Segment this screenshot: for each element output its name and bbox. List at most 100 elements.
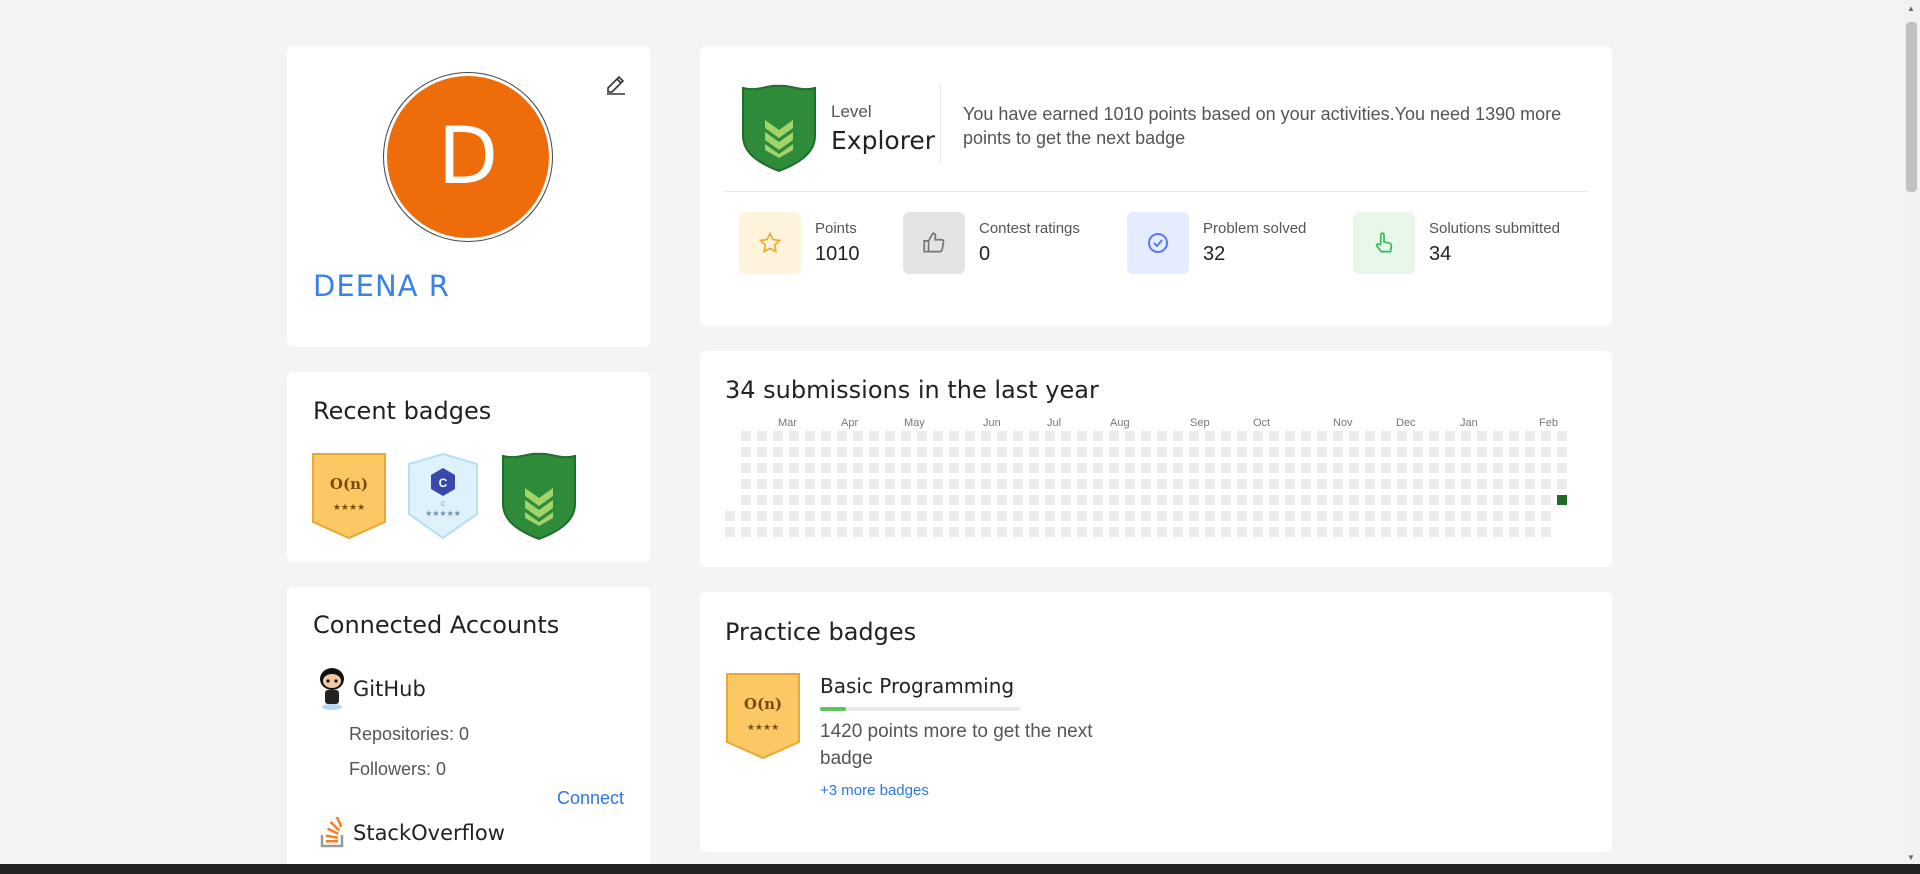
heatmap-cell[interactable]	[1301, 511, 1311, 521]
heatmap-cell[interactable]	[1349, 447, 1359, 457]
explorer-shield-badge-icon[interactable]	[499, 452, 579, 540]
heatmap-cell[interactable]	[1397, 447, 1407, 457]
heatmap-cell[interactable]	[997, 495, 1007, 505]
heatmap-cell[interactable]	[1093, 479, 1103, 489]
heatmap-cell[interactable]	[1109, 527, 1119, 537]
heatmap-cell[interactable]	[741, 527, 751, 537]
heatmap-cell[interactable]	[1109, 511, 1119, 521]
heatmap-cell[interactable]	[1013, 495, 1023, 505]
heatmap-cell[interactable]	[1045, 479, 1055, 489]
heatmap-cell[interactable]	[997, 527, 1007, 537]
heatmap-cell[interactable]	[1253, 463, 1263, 473]
heatmap-cell[interactable]	[805, 431, 815, 441]
heatmap-cell[interactable]	[1557, 431, 1567, 441]
heatmap-cell[interactable]	[1493, 479, 1503, 489]
heatmap-cell[interactable]	[1237, 447, 1247, 457]
heatmap-cell[interactable]	[725, 511, 735, 521]
heatmap-cell[interactable]	[917, 527, 927, 537]
heatmap-cell[interactable]	[789, 447, 799, 457]
heatmap-cell[interactable]	[1429, 447, 1439, 457]
heatmap-cell[interactable]	[1445, 511, 1455, 521]
heatmap-cell[interactable]	[1365, 447, 1375, 457]
heatmap-cell[interactable]	[741, 447, 751, 457]
heatmap-cell[interactable]	[1317, 527, 1327, 537]
heatmap-cell[interactable]	[1381, 495, 1391, 505]
heatmap-cell[interactable]	[1221, 463, 1231, 473]
heatmap-cell[interactable]	[1029, 431, 1039, 441]
heatmap-cell[interactable]	[949, 527, 959, 537]
heatmap-cell[interactable]	[1397, 431, 1407, 441]
heatmap-cell[interactable]	[1461, 431, 1471, 441]
heatmap-cell[interactable]	[1125, 495, 1135, 505]
heatmap-cell[interactable]	[1445, 479, 1455, 489]
heatmap-cell[interactable]	[821, 431, 831, 441]
heatmap-cell[interactable]	[917, 463, 927, 473]
heatmap-cell[interactable]	[1237, 463, 1247, 473]
heatmap-cell[interactable]	[1205, 447, 1215, 457]
heatmap-cell[interactable]	[1125, 527, 1135, 537]
heatmap-cell[interactable]	[1141, 447, 1151, 457]
heatmap-cell[interactable]	[1301, 447, 1311, 457]
heatmap-cell[interactable]	[1301, 495, 1311, 505]
github-connect-link[interactable]: Connect	[557, 788, 624, 809]
heatmap-cell[interactable]	[1365, 495, 1375, 505]
heatmap-cell[interactable]	[1285, 495, 1295, 505]
heatmap-cell[interactable]	[885, 511, 895, 521]
heatmap-cell[interactable]	[869, 479, 879, 489]
heatmap-cell[interactable]	[1061, 511, 1071, 521]
heatmap-cell[interactable]	[757, 527, 767, 537]
heatmap-cell[interactable]	[1381, 431, 1391, 441]
heatmap-cell[interactable]	[997, 463, 1007, 473]
heatmap-cell[interactable]	[789, 495, 799, 505]
heatmap-cell[interactable]	[885, 447, 895, 457]
heatmap-cell[interactable]	[1493, 527, 1503, 537]
heatmap-cell[interactable]	[1317, 511, 1327, 521]
heatmap-cell[interactable]	[1461, 447, 1471, 457]
heatmap-cell[interactable]	[997, 447, 1007, 457]
heatmap-cell[interactable]	[901, 431, 911, 441]
heatmap-cell[interactable]	[1061, 479, 1071, 489]
edit-pencil-icon[interactable]	[604, 72, 628, 96]
heatmap-cell[interactable]	[901, 527, 911, 537]
heatmap-cell[interactable]	[949, 495, 959, 505]
heatmap-cell[interactable]	[1157, 527, 1167, 537]
heatmap-cell[interactable]	[757, 447, 767, 457]
heatmap-cell[interactable]	[805, 479, 815, 489]
heatmap-cell[interactable]	[757, 479, 767, 489]
heatmap-cell[interactable]	[965, 479, 975, 489]
heatmap-cell[interactable]	[853, 527, 863, 537]
heatmap-cell[interactable]	[981, 479, 991, 489]
heatmap-cell[interactable]	[1125, 463, 1135, 473]
heatmap-cell[interactable]	[1349, 431, 1359, 441]
complexity-badge-icon[interactable]: O(n) ★★★★	[725, 672, 801, 760]
heatmap-cell[interactable]	[805, 511, 815, 521]
heatmap-cell[interactable]	[869, 495, 879, 505]
heatmap-cell[interactable]	[1365, 479, 1375, 489]
heatmap-cell[interactable]	[837, 431, 847, 441]
heatmap-cell[interactable]	[1173, 447, 1183, 457]
heatmap-cell[interactable]	[1445, 447, 1455, 457]
heatmap-cell[interactable]	[1045, 495, 1055, 505]
heatmap-cell[interactable]	[1253, 511, 1263, 521]
heatmap-cell[interactable]	[1381, 527, 1391, 537]
heatmap-cell[interactable]	[821, 447, 831, 457]
heatmap-cell[interactable]	[1013, 479, 1023, 489]
heatmap-cell[interactable]	[901, 447, 911, 457]
heatmap-cell[interactable]	[805, 527, 815, 537]
heatmap-cell[interactable]	[1525, 527, 1535, 537]
heatmap-cell[interactable]	[981, 447, 991, 457]
heatmap-cell[interactable]	[1221, 447, 1231, 457]
heatmap-cell[interactable]	[821, 495, 831, 505]
heatmap-cell[interactable]	[1509, 527, 1519, 537]
heatmap-cell[interactable]	[1509, 511, 1519, 521]
heatmap-cell[interactable]	[1397, 495, 1407, 505]
heatmap-cell[interactable]	[933, 447, 943, 457]
heatmap-cell[interactable]	[1013, 527, 1023, 537]
heatmap-cell[interactable]	[1349, 511, 1359, 521]
heatmap-cell[interactable]	[789, 431, 799, 441]
heatmap-cell[interactable]	[1157, 463, 1167, 473]
heatmap-cell[interactable]	[1413, 479, 1423, 489]
heatmap-cell[interactable]	[741, 431, 751, 441]
heatmap-cell[interactable]	[1285, 463, 1295, 473]
heatmap-cell[interactable]	[1237, 527, 1247, 537]
